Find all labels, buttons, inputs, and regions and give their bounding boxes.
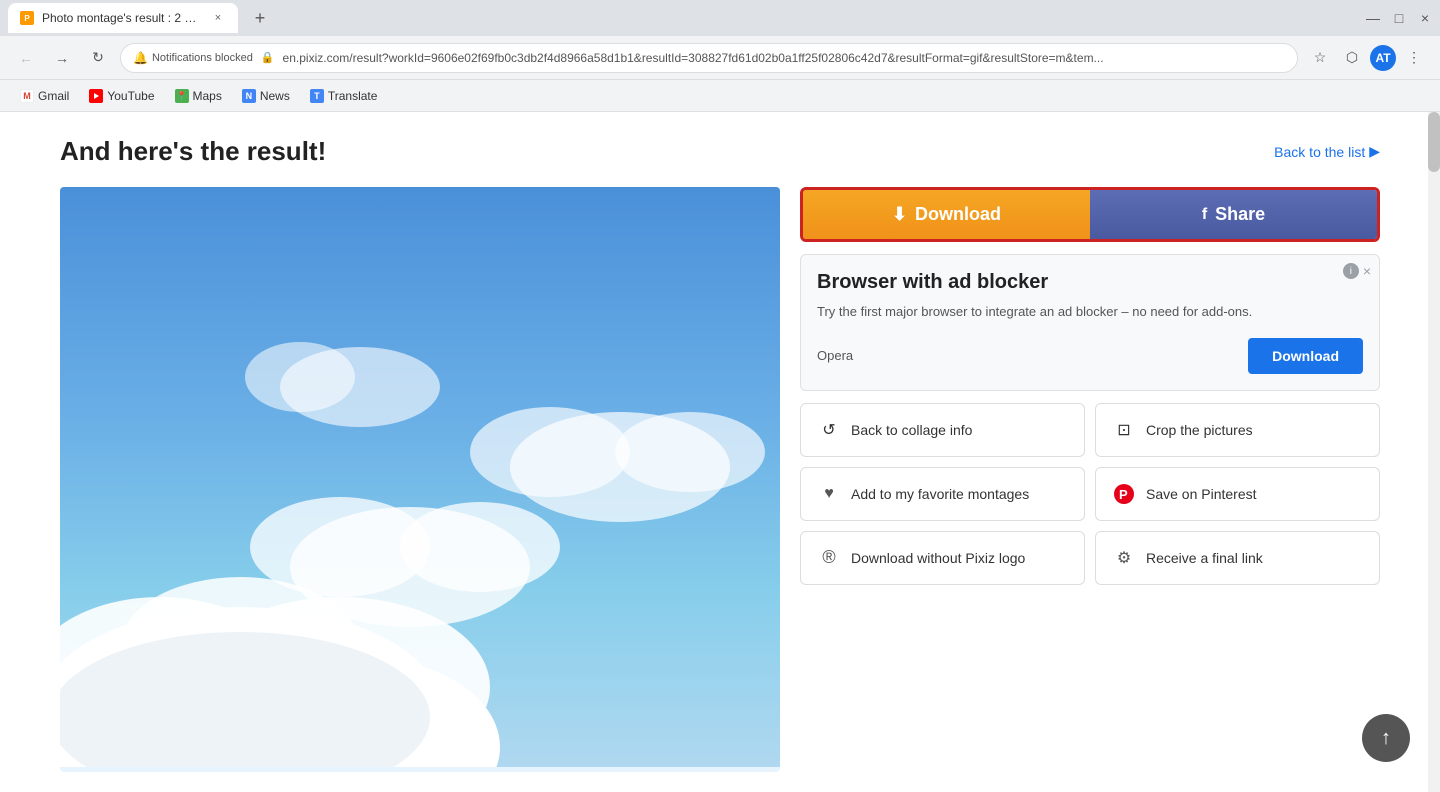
share-page-button[interactable]: ⬡ (1338, 44, 1366, 72)
refresh-icon: ↺ (817, 418, 841, 442)
bookmark-translate[interactable]: T Translate (302, 85, 386, 107)
bookmark-gmail[interactable]: M Gmail (12, 85, 77, 107)
ad-close-button[interactable]: × (1363, 263, 1371, 279)
pinterest-button[interactable]: P Save on Pinterest (1095, 467, 1380, 521)
final-link-label: Receive a final link (1146, 550, 1263, 566)
back-to-list-link[interactable]: Back to the list ▶ (1274, 143, 1380, 160)
favorite-button[interactable]: ♥ Add to my favorite montages (800, 467, 1085, 521)
page-content: And here's the result! Back to the list … (0, 112, 1440, 792)
share-label: Share (1215, 204, 1265, 225)
bookmarks-bar: M Gmail YouTube 📍 Maps N News T Translat… (0, 80, 1440, 112)
more-options-button[interactable]: ⋮ (1400, 44, 1428, 72)
youtube-icon (89, 89, 103, 103)
link-icon: ⚙ (1112, 546, 1136, 570)
ad-card: i × Browser with ad blocker Try the firs… (800, 254, 1380, 391)
ad-label: i × (1343, 263, 1371, 279)
bookmark-maps[interactable]: 📍 Maps (167, 85, 230, 107)
tab-favicon: P (20, 11, 34, 25)
crop-pictures-label: Crop the pictures (1146, 422, 1253, 438)
right-panel: ⬇ Download f Share i × Browser with ad b… (800, 187, 1380, 772)
svg-text:P: P (1119, 487, 1128, 502)
window-controls: — □ × (1366, 11, 1432, 25)
maximize-button[interactable]: □ (1392, 11, 1406, 25)
ad-download-button[interactable]: Download (1248, 338, 1363, 374)
minimize-button[interactable]: — (1366, 11, 1380, 25)
bookmark-youtube[interactable]: YouTube (81, 85, 162, 107)
heart-icon: ♥ (817, 482, 841, 506)
profile-avatar[interactable]: AT (1370, 45, 1396, 71)
bookmark-gmail-label: Gmail (38, 89, 69, 103)
ad-footer: Opera Download (817, 338, 1363, 374)
ad-brand: Opera (817, 348, 853, 363)
no-logo-label: Download without Pixiz logo (851, 550, 1025, 566)
crop-pictures-button[interactable]: ⊡ Crop the pictures (1095, 403, 1380, 457)
bookmark-maps-label: Maps (193, 89, 222, 103)
result-header: And here's the result! Back to the list … (60, 136, 1380, 167)
back-collage-button[interactable]: ↺ Back to collage info (800, 403, 1085, 457)
page-title: And here's the result! (60, 136, 326, 167)
scrollbar-thumb[interactable] (1428, 112, 1440, 172)
share-button[interactable]: f Share (1090, 190, 1377, 239)
download-label: Download (915, 204, 1001, 225)
lock-icon: 🔒 (261, 51, 275, 64)
bookmark-news-label: News (260, 89, 290, 103)
browser-toolbar: ← → ↻ 🔔 Notifications blocked 🔒 en.pixiz… (0, 36, 1440, 80)
notification-text: Notifications blocked (152, 52, 253, 64)
bookmark-news[interactable]: N News (234, 85, 298, 107)
facebook-icon: f (1202, 206, 1207, 224)
bell-icon: 🔔 (133, 51, 148, 65)
ad-description: Try the first major browser to integrate… (817, 302, 1363, 322)
bookmark-youtube-label: YouTube (107, 89, 154, 103)
news-icon: N (242, 89, 256, 103)
pinterest-icon: P (1112, 482, 1136, 506)
action-grid: ↺ Back to collage info ⊡ Crop the pictur… (800, 403, 1380, 585)
scroll-top-icon: ↑ (1381, 727, 1391, 750)
pinterest-label: Save on Pinterest (1146, 486, 1257, 502)
back-to-list-text: Back to the list (1274, 144, 1365, 160)
no-logo-button[interactable]: ® Download without Pixiz logo (800, 531, 1085, 585)
translate-icon: T (310, 89, 324, 103)
tab-close-button[interactable]: × (210, 10, 226, 26)
back-button[interactable]: ← (12, 44, 40, 72)
scrollbar-track (1428, 112, 1440, 792)
download-icon: ⬇ (892, 204, 907, 225)
toolbar-icons: ☆ ⬡ AT ⋮ (1306, 44, 1428, 72)
main-area: ⬇ Download f Share i × Browser with ad b… (60, 187, 1380, 772)
notification-blocked: 🔔 Notifications blocked (133, 51, 253, 65)
bookmark-star-button[interactable]: ☆ (1306, 44, 1334, 72)
download-button[interactable]: ⬇ Download (803, 190, 1090, 239)
browser-tab[interactable]: P Photo montage's result : 2 pictur... × (8, 3, 238, 33)
favorite-label: Add to my favorite montages (851, 486, 1029, 502)
tab-title: Photo montage's result : 2 pictur... (42, 11, 202, 25)
new-tab-button[interactable]: + (246, 4, 274, 32)
close-button[interactable]: × (1418, 11, 1432, 25)
primary-action-buttons: ⬇ Download f Share (800, 187, 1380, 242)
back-collage-label: Back to collage info (851, 422, 972, 438)
bookmark-translate-label: Translate (328, 89, 378, 103)
crop-icon: ⊡ (1112, 418, 1136, 442)
back-to-list-arrow: ▶ (1369, 143, 1380, 160)
maps-icon: 📍 (175, 89, 189, 103)
registered-icon: ® (817, 546, 841, 570)
scroll-top-button[interactable]: ↑ (1362, 714, 1410, 762)
address-bar[interactable]: 🔔 Notifications blocked 🔒 en.pixiz.com/r… (120, 43, 1298, 73)
final-link-button[interactable]: ⚙ Receive a final link (1095, 531, 1380, 585)
gmail-icon: M (20, 89, 34, 103)
result-image (60, 187, 780, 772)
forward-button[interactable]: → (48, 44, 76, 72)
ad-title: Browser with ad blocker (817, 271, 1363, 294)
refresh-button[interactable]: ↻ (84, 44, 112, 72)
title-bar: P Photo montage's result : 2 pictur... ×… (0, 0, 1440, 36)
url-text: en.pixiz.com/result?workId=9606e02f69fb0… (283, 51, 1285, 65)
ad-info-button[interactable]: i (1343, 263, 1359, 279)
